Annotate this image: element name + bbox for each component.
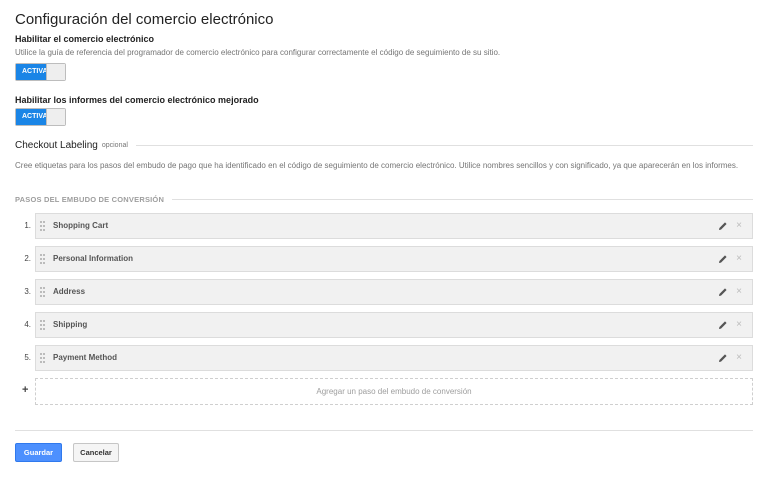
enhanced-heading: Habilitar los informes del comercio elec…: [15, 95, 259, 105]
step-name: Shopping Cart: [53, 221, 109, 230]
drag-handle-icon[interactable]: [40, 287, 45, 298]
pencil-icon[interactable]: [718, 320, 728, 330]
add-funnel-step-button[interactable]: Agregar un paso del embudo de conversión: [35, 378, 753, 405]
checkout-help-text: Cree etiquetas para los pasos del embudo…: [15, 161, 739, 170]
checkout-labeling-header: Checkout Labeling opcional: [15, 140, 753, 151]
toggle-knob: [46, 64, 65, 80]
pencil-icon[interactable]: [718, 287, 728, 297]
funnel-step-row: Shipping ×: [35, 312, 753, 338]
toggle-knob: [46, 109, 65, 125]
step-name: Personal Information: [53, 254, 134, 263]
page-title: Configuración del comercio electrónico: [15, 11, 274, 28]
funnel-step-row: Personal Information ×: [35, 246, 753, 272]
funnel-step-row: Shopping Cart ×: [35, 213, 753, 239]
step-number: 1.: [24, 221, 31, 230]
add-step-icon: +: [22, 384, 29, 396]
cancel-button[interactable]: Cancelar: [73, 443, 119, 462]
step-name: Payment Method: [53, 353, 118, 362]
funnel-step-row: Payment Method ×: [35, 345, 753, 371]
save-button[interactable]: Guardar: [15, 443, 62, 462]
step-name: Shipping: [53, 320, 88, 329]
enhanced-toggle[interactable]: ACTIVA: [15, 108, 66, 126]
close-icon[interactable]: ×: [736, 219, 742, 233]
ecommerce-toggle[interactable]: ACTIVA: [15, 63, 66, 81]
checkout-labeling-title: Checkout Labeling: [15, 140, 98, 151]
funnel-step-row: Address ×: [35, 279, 753, 305]
close-icon[interactable]: ×: [736, 252, 742, 266]
step-number: 2.: [24, 254, 31, 263]
divider: [172, 199, 753, 200]
footer-divider: [15, 430, 753, 431]
step-number: 4.: [24, 320, 31, 329]
close-icon[interactable]: ×: [736, 351, 742, 365]
pencil-icon[interactable]: [718, 254, 728, 264]
drag-handle-icon[interactable]: [40, 353, 45, 364]
toggle-on-label: ACTIVA: [16, 109, 48, 125]
close-icon[interactable]: ×: [736, 285, 742, 299]
funnel-steps-title: PASOS DEL EMBUDO DE CONVERSIÓN: [15, 195, 165, 204]
step-name: Address: [53, 287, 86, 296]
pencil-icon[interactable]: [718, 221, 728, 231]
funnel-steps-header: PASOS DEL EMBUDO DE CONVERSIÓN: [15, 195, 753, 204]
divider: [135, 145, 753, 146]
pencil-icon[interactable]: [718, 353, 728, 363]
drag-handle-icon[interactable]: [40, 221, 45, 232]
drag-handle-icon[interactable]: [40, 320, 45, 331]
toggle-on-label: ACTIVA: [16, 64, 48, 80]
step-number: 3.: [24, 287, 31, 296]
ecommerce-help-text: Utilice la guía de referencia del progra…: [15, 48, 501, 57]
close-icon[interactable]: ×: [736, 318, 742, 332]
step-number: 5.: [24, 353, 31, 362]
drag-handle-icon[interactable]: [40, 254, 45, 265]
ecommerce-heading: Habilitar el comercio electrónico: [15, 34, 155, 44]
optional-label: opcional: [101, 142, 128, 149]
